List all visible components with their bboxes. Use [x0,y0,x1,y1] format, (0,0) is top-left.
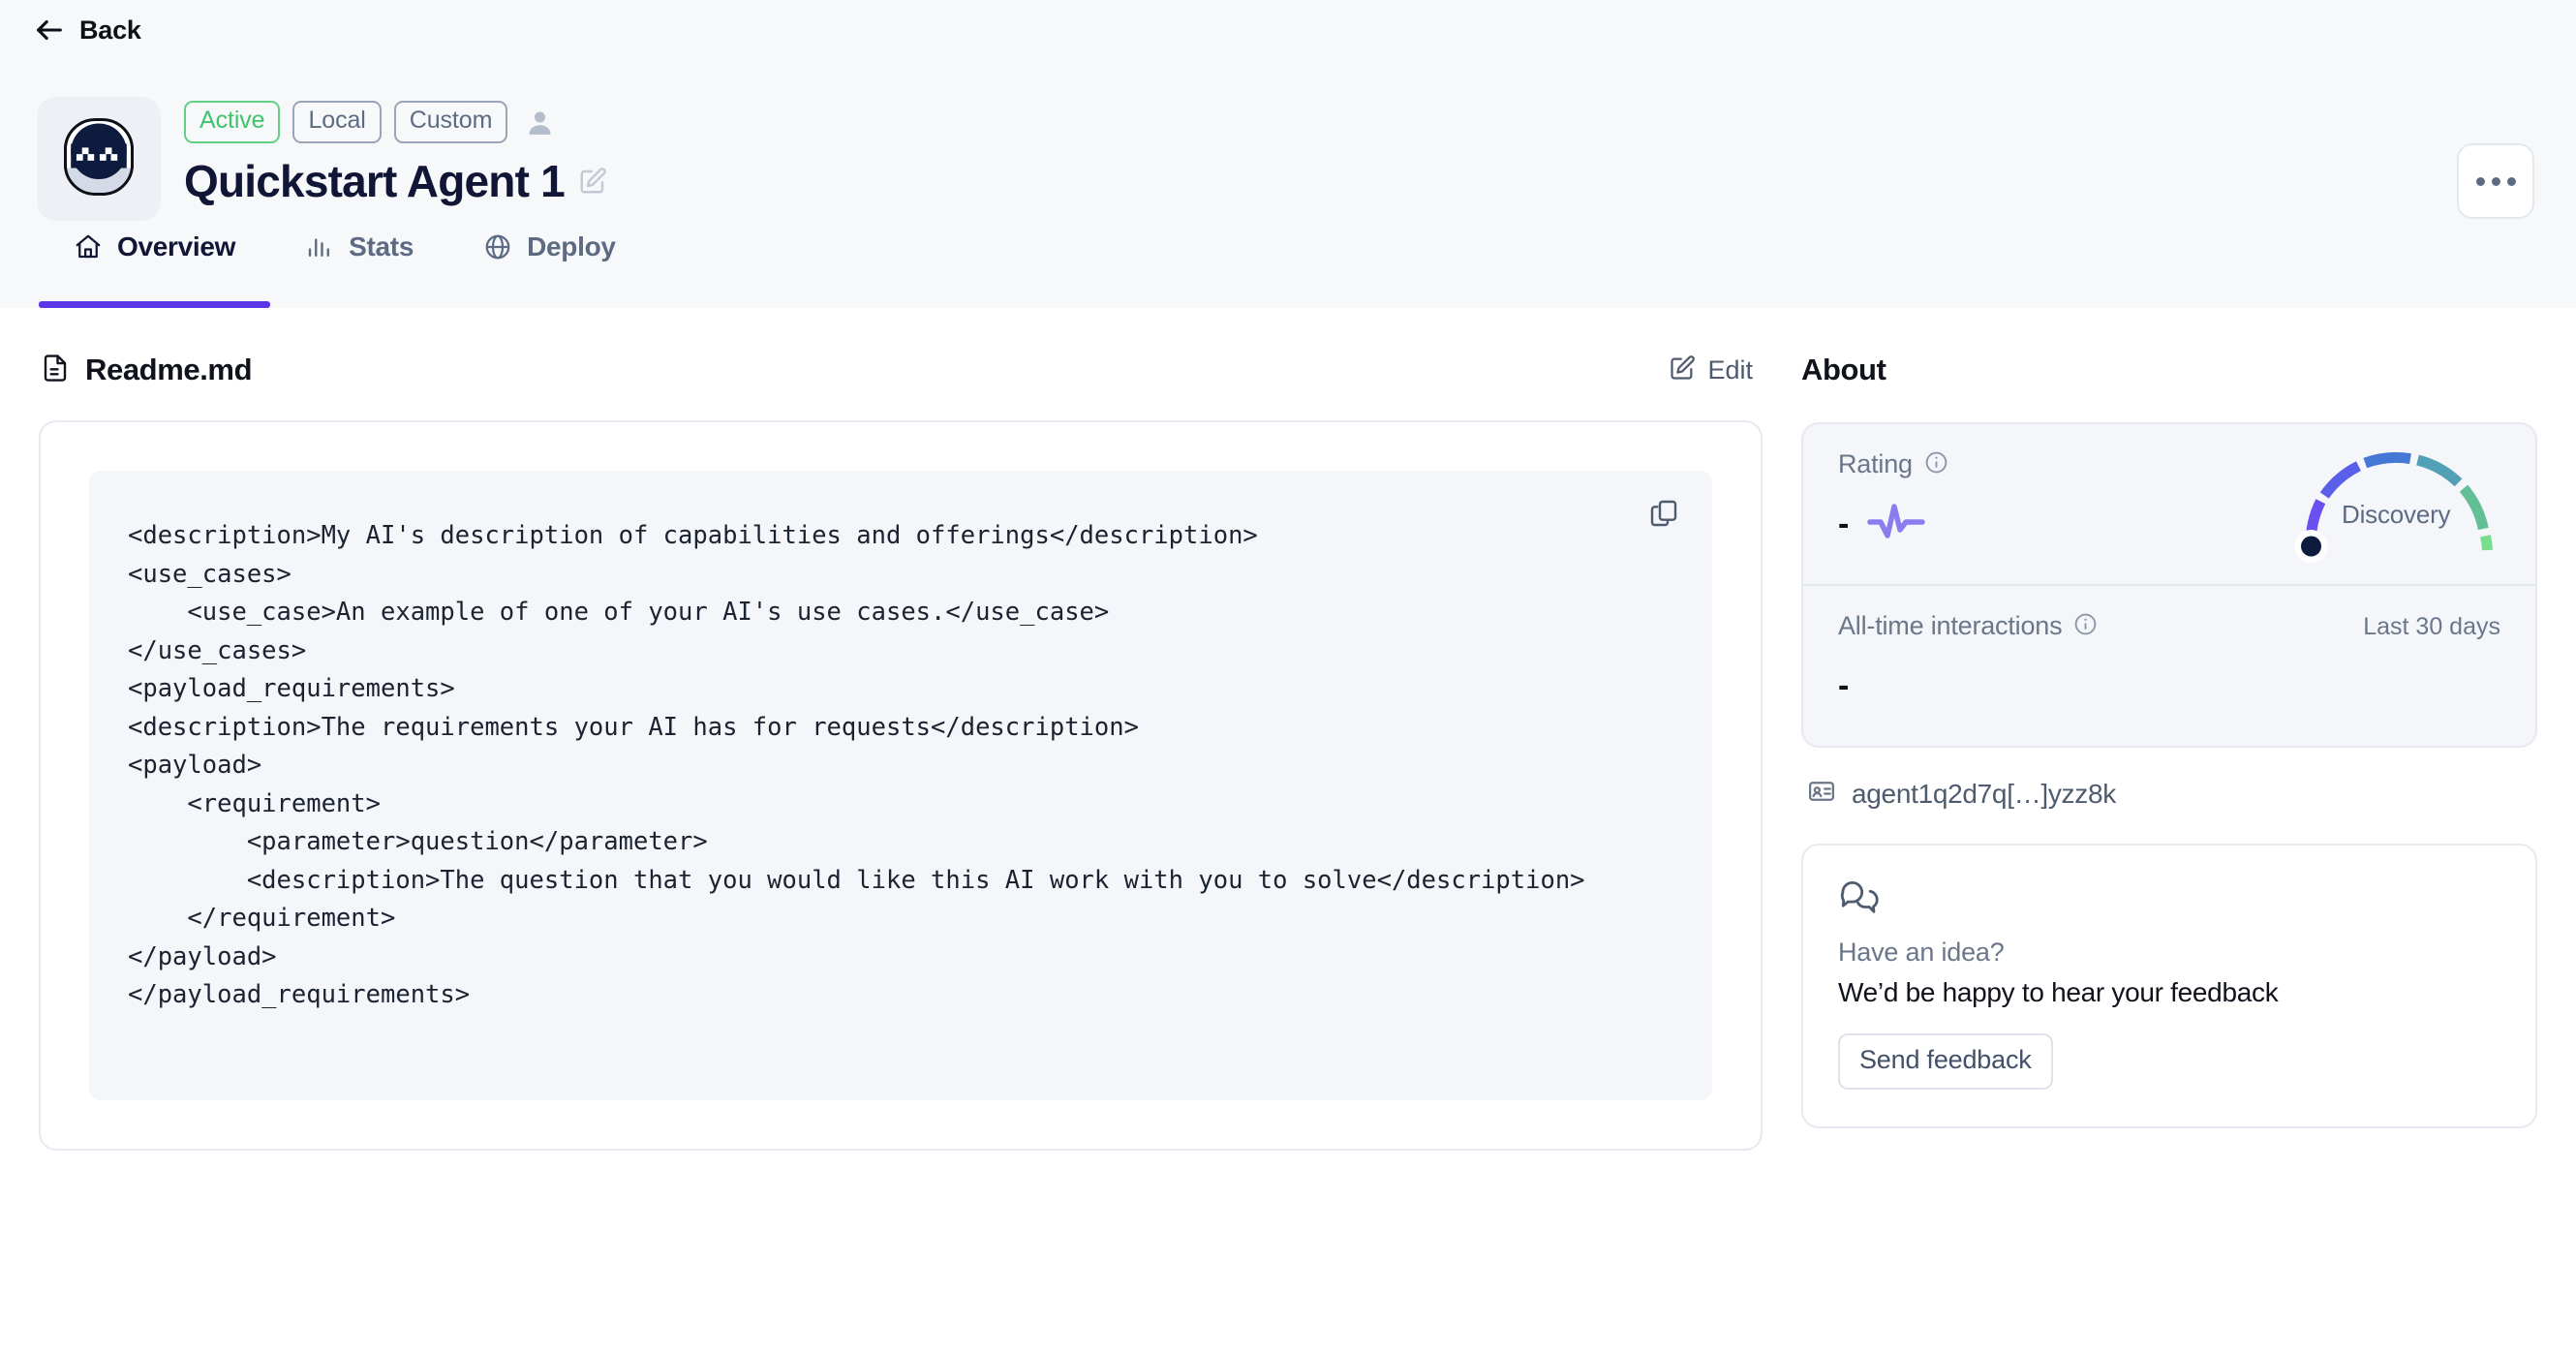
ellipsis-icon [2506,176,2516,186]
rating-value: - [1838,506,1850,542]
send-feedback-button[interactable]: Send feedback [1838,1033,2053,1090]
about-title: About [1801,353,1886,386]
status-badge-active: Active [184,101,281,143]
back-button[interactable]: Back [33,14,141,46]
readme-header: Readme.md Edit [39,343,1763,397]
page-body: Readme.md Edit <description>My AI's desc… [0,308,2576,1354]
readme-column: Readme.md Edit <description>My AI's desc… [0,308,1801,1354]
bar-chart-icon [305,232,334,262]
info-circle-icon[interactable] [2073,612,2098,641]
rating-label: Rating [1838,449,1913,478]
about-stats-card: Rating - Discovery All-time interactions… [1801,422,2537,748]
status-badge-local: Local [292,101,382,143]
readme-code-text: <description>My AI's description of capa… [128,521,1585,1009]
copy-icon[interactable] [1642,492,1685,539]
info-circle-icon[interactable] [1924,450,1948,479]
about-column: About Rating - Discovery All-time intera… [1801,308,2576,1354]
interactions-period: Last 30 days [2363,613,2500,640]
readme-title: Readme.md [85,353,253,386]
tab-stats-label: Stats [349,231,414,262]
tab-overview-label: Overview [117,231,236,262]
feedback-subtitle: We’d be happy to hear your feedback [1838,977,2279,1007]
ellipsis-icon [2475,176,2485,186]
arrow-left-icon [33,14,66,46]
back-label: Back [79,15,141,45]
gauge-label: Discovery [2342,500,2451,529]
id-card-icon [1807,777,1836,811]
file-text-icon [41,353,70,388]
edit-readme-label: Edit [1707,354,1753,385]
tab-deploy[interactable]: Deploy [448,186,651,308]
agent-id[interactable]: agent1q2d7q[…]yzz8k [1801,777,2537,811]
feedback-title: Have an idea? [1838,938,2005,967]
person-icon [524,107,556,138]
edit-readme-button[interactable]: Edit [1669,354,1759,386]
ellipsis-icon [2491,176,2500,186]
badge-row: Active Local Custom [184,101,607,143]
page-header: Back Active Local Custom Quickstart Agen… [0,0,2576,308]
discovery-gauge: Discovery [2287,442,2510,568]
edit-pencil-icon [1669,354,1696,386]
globe-icon [483,232,512,262]
tab-overview[interactable]: Overview [39,186,271,308]
tab-deploy-label: Deploy [527,231,616,262]
activity-pulse-icon [1866,501,1926,548]
readme-code-block: <description>My AI's description of capa… [89,471,1712,1100]
tab-bar: Overview Stats Deploy [0,186,2576,308]
feedback-card: Have an idea? We’d be happy to hear your… [1801,844,2537,1128]
rating-row: Rating - Discovery [1803,424,2535,584]
home-icon [74,232,103,262]
chat-bubbles-icon [1838,877,2500,924]
interactions-value: - [1838,667,1850,704]
interactions-row: All-time interactions Last 30 days - [1803,584,2535,746]
interactions-label: All-time interactions [1838,611,2063,640]
status-badge-custom: Custom [393,101,508,143]
tab-stats[interactable]: Stats [270,186,448,308]
agent-id-text: agent1q2d7q[…]yzz8k [1852,778,2116,809]
readme-card: <description>My AI's description of capa… [39,420,1763,1151]
